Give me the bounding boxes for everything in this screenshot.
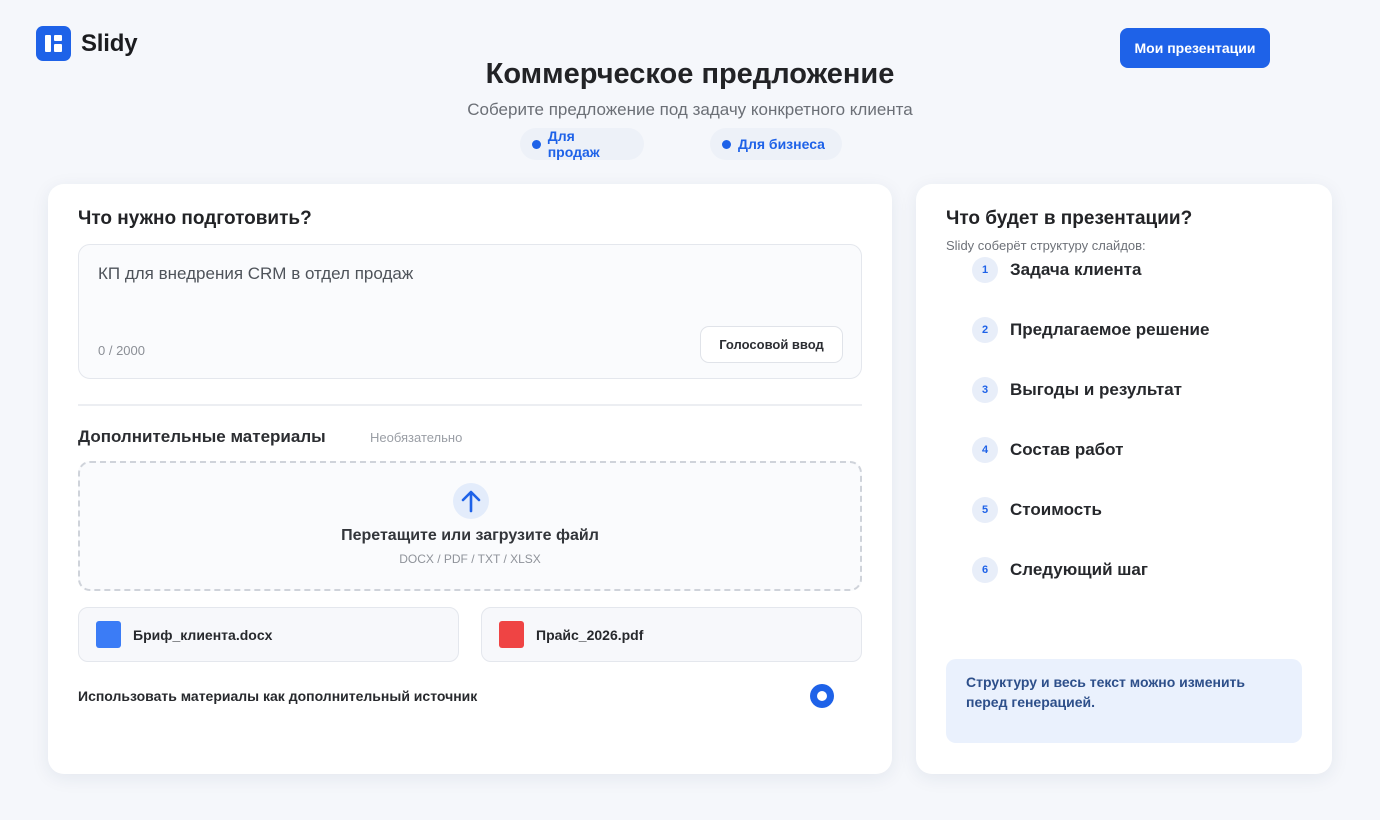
step-number: 3 — [972, 377, 998, 403]
char-counter: 0 / 2000 — [98, 343, 145, 358]
logo-text: Slidy — [81, 29, 138, 57]
outline-step: 6 Следующий шаг — [972, 557, 1148, 583]
step-label: Стоимость — [1010, 500, 1102, 519]
file-name: Прайс_2026.pdf — [536, 626, 644, 643]
task-textarea[interactable]: КП для внедрения CRM в отдел продаж 0 / … — [78, 244, 862, 379]
step-number: 1 — [972, 257, 998, 283]
step-number: 5 — [972, 497, 998, 523]
dropzone-text: Перетащите или загрузите файл — [341, 527, 599, 544]
step-number: 2 — [972, 317, 998, 343]
tag-sales: Для продаж — [520, 128, 644, 160]
attached-file-price[interactable]: Прайс_2026.pdf — [481, 607, 862, 662]
dropzone-file-types: DOCX / PDF / TXT / XLSX — [399, 552, 541, 566]
outline-step: 3 Выгоды и результат — [972, 377, 1182, 403]
step-label: Задача клиента — [1010, 260, 1142, 279]
materials-title: Дополнительные материалы — [78, 427, 326, 446]
page: Slidy Мои презентации Коммерческое предл… — [0, 0, 1380, 820]
tag-label: Для продаж — [547, 128, 600, 160]
form-card: Что нужно подготовить? КП для внедрения … — [48, 184, 892, 774]
outline-step: 5 Стоимость — [972, 497, 1102, 523]
task-title: Что нужно подготовить? — [78, 208, 312, 229]
file-dropzone[interactable]: Перетащите или загрузите файл DOCX / PDF… — [78, 461, 862, 591]
page-title: Коммерческое предложение — [485, 58, 895, 90]
use-materials-label: Использовать материалы как дополнительны… — [78, 688, 478, 704]
step-label: Следующий шаг — [1010, 560, 1148, 579]
use-materials-radio[interactable] — [810, 684, 834, 708]
voice-input-button[interactable]: Голосовой ввод — [700, 326, 843, 363]
outline-step: 1 Задача клиента — [972, 257, 1141, 283]
step-number: 6 — [972, 557, 998, 583]
dot-icon — [722, 139, 731, 149]
pdf-file-icon — [499, 621, 524, 648]
outline-title: Что будет в презентации? — [946, 208, 1193, 229]
upload-arrow-icon — [453, 483, 489, 519]
task-value[interactable]: КП для внедрения CRM в отдел продаж — [98, 264, 413, 284]
outline-card: Что будет в презентации? Slidy соберёт с… — [916, 184, 1332, 774]
step-number: 4 — [972, 437, 998, 463]
docx-file-icon — [96, 621, 121, 648]
step-label: Предлагаемое решение — [1010, 320, 1210, 339]
logo-icon — [36, 26, 71, 61]
logo[interactable]: Slidy — [36, 26, 138, 61]
divider — [78, 404, 862, 406]
outline-subtitle: Slidy соберёт структуру слайдов: — [946, 238, 1146, 253]
tag-business: Для бизнеса — [710, 128, 842, 160]
outline-step: 2 Предлагаемое решение — [972, 317, 1209, 343]
info-note: Структуру и весь текст можно изменить пе… — [946, 659, 1302, 743]
optional-label: Необязательно — [370, 430, 463, 445]
outline-step: 4 Состав работ — [972, 437, 1123, 463]
file-name: Бриф_клиента.docx — [133, 626, 273, 643]
tag-label: Для бизнеса — [738, 136, 825, 152]
step-label: Состав работ — [1010, 440, 1124, 459]
dot-icon — [532, 139, 541, 149]
page-subtitle: Соберите предложение под задачу конкретн… — [467, 100, 913, 119]
step-label: Выгоды и результат — [1010, 380, 1182, 399]
attached-file-brief[interactable]: Бриф_клиента.docx — [78, 607, 459, 662]
